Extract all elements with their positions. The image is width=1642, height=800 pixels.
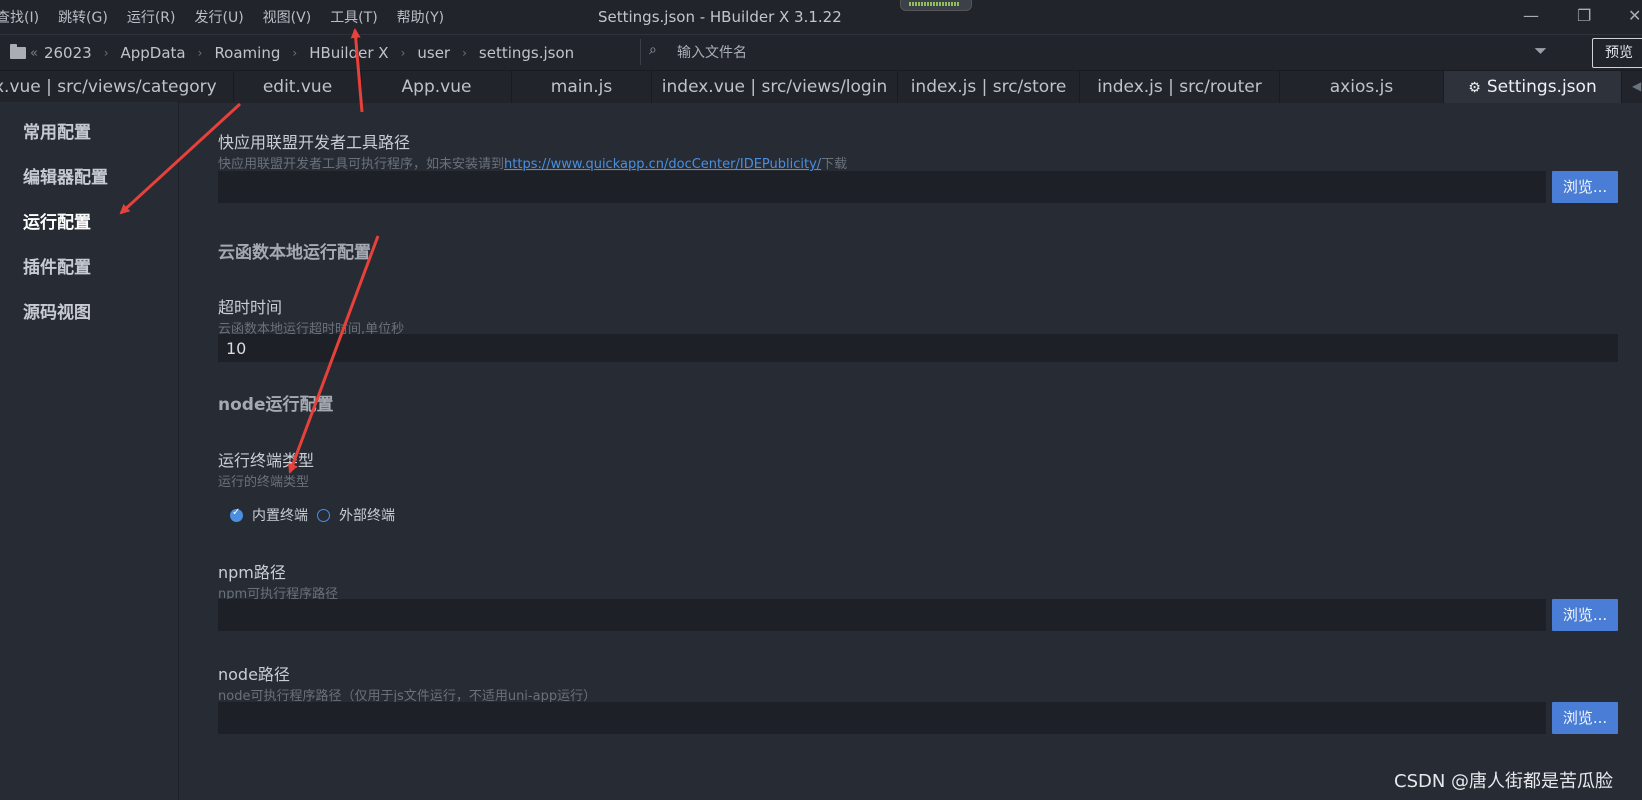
quickapp-browse-button[interactable]: 浏览... <box>1552 171 1618 203</box>
breadcrumb-item[interactable]: 26023 <box>44 44 92 62</box>
title-bar: 查找(I) 跳转(G) 运行(R) 发行(U) 视图(V) 工具(T) 帮助(Y… <box>0 0 1642 34</box>
node-browse-button[interactable]: 浏览... <box>1552 702 1618 734</box>
file-search: ⌕ ⏷ <box>640 39 1561 65</box>
close-button[interactable]: ✕ <box>1628 6 1641 25</box>
node-path-label: node路径 <box>218 665 290 684</box>
file-search-input[interactable] <box>675 41 1479 65</box>
breadcrumb: « 26023 › AppData › Roaming › HBuilder X… <box>10 44 574 62</box>
preview-button[interactable]: 预览 <box>1592 38 1642 68</box>
minimize-button[interactable]: — <box>1523 6 1539 25</box>
watermark: CSDN @唐人街都是苦瓜脸 <box>1394 771 1614 792</box>
radio-external-terminal[interactable] <box>317 508 330 522</box>
sidebar-item-source-view[interactable]: 源码视图 <box>23 298 91 323</box>
chevron-right-icon: › <box>103 46 109 60</box>
chevron-right-icon: › <box>400 46 406 60</box>
tab-router-index[interactable]: index.js | src/router <box>1080 71 1280 103</box>
node-path-field[interactable] <box>218 702 1546 734</box>
node-section-title: node运行配置 <box>218 395 334 415</box>
activity-meter-icon <box>900 0 972 11</box>
tab-main-js[interactable]: main.js <box>512 71 652 103</box>
breadcrumb-bar: « 26023 › AppData › Roaming › HBuilder X… <box>0 34 1642 71</box>
tab-settings-json[interactable]: ⚙ Settings.json <box>1444 71 1622 103</box>
cloud-function-section-title: 云函数本地运行配置 <box>218 243 371 263</box>
menu-run[interactable]: 运行(R) <box>127 7 176 27</box>
tab-edit-vue[interactable]: edit.vue <box>234 71 362 103</box>
terminal-type-hint: 运行的终端类型 <box>218 475 310 490</box>
menu-view[interactable]: 视图(V) <box>263 7 312 27</box>
menu-find[interactable]: 查找(I) <box>0 7 39 27</box>
tab-store-index[interactable]: index.js | src/store <box>898 71 1080 103</box>
chevron-right-icon: › <box>292 46 298 60</box>
quickapp-hint-text: 快应用联盟开发者工具可执行程序，如未安装请到 <box>218 157 505 172</box>
menu-help[interactable]: 帮助(Y) <box>397 7 444 27</box>
npm-path-field[interactable] <box>218 599 1546 631</box>
tab-scroll-left-icon[interactable]: ◀ <box>1632 79 1641 93</box>
menu-tools[interactable]: 工具(T) <box>330 7 377 27</box>
sidebar-item-general[interactable]: 常用配置 <box>23 118 91 143</box>
gear-icon: ⚙ <box>1468 80 1481 96</box>
quickapp-hint-suffix: 下载 <box>821 157 848 172</box>
tab-bar: x.vue | src/views/category edit.vue App.… <box>0 70 1642 103</box>
breadcrumb-item[interactable]: HBuilder X <box>309 44 388 62</box>
breadcrumb-item[interactable]: Roaming <box>214 44 280 62</box>
terminal-type-label: 运行终端类型 <box>218 451 315 470</box>
filter-icon[interactable]: ⏷ <box>1534 41 1547 61</box>
tab-app-vue[interactable]: App.vue <box>362 71 512 103</box>
breadcrumb-item[interactable]: AppData <box>121 44 186 62</box>
settings-sidebar: 常用配置 编辑器配置 运行配置 插件配置 源码视图 <box>0 102 179 800</box>
chevron-right-icon: › <box>462 46 467 60</box>
quickapp-download-link[interactable]: https://www.quickapp.cn/docCenter/IDEPub… <box>504 157 821 172</box>
npm-browse-button[interactable]: 浏览... <box>1552 599 1618 631</box>
menu-bar: 查找(I) 跳转(G) 运行(R) 发行(U) 视图(V) 工具(T) 帮助(Y… <box>0 7 463 27</box>
tab-axios-js[interactable]: axios.js <box>1280 71 1444 103</box>
sidebar-item-editor[interactable]: 编辑器配置 <box>23 163 108 188</box>
restore-button[interactable]: ❐ <box>1577 6 1591 25</box>
menu-goto[interactable]: 跳转(G) <box>58 7 108 27</box>
terminal-type-radio-group: 内置终端 外部终端 <box>230 505 395 525</box>
radio-builtin-terminal-label: 内置终端 <box>252 508 308 524</box>
tab-category-index[interactable]: x.vue | src/views/category <box>0 71 234 103</box>
quickapp-path-field[interactable] <box>218 171 1546 203</box>
settings-content: 快应用联盟开发者工具路径 快应用联盟开发者工具可执行程序，如未安装请到https… <box>179 102 1642 800</box>
sidebar-item-run[interactable]: 运行配置 <box>23 208 91 233</box>
quickapp-path-hint: 快应用联盟开发者工具可执行程序，如未安装请到https://www.quicka… <box>218 153 847 172</box>
tab-login-index[interactable]: index.vue | src/views/login <box>652 71 898 103</box>
file-search-icon: ⌕ <box>649 42 657 58</box>
breadcrumb-item[interactable]: settings.json <box>479 44 574 62</box>
quickapp-path-label: 快应用联盟开发者工具路径 <box>218 133 411 152</box>
radio-builtin-terminal[interactable] <box>230 507 243 522</box>
timeout-label: 超时时间 <box>218 298 283 317</box>
radio-external-terminal-label: 外部终端 <box>339 508 395 524</box>
chevron-right-icon: › <box>197 46 203 60</box>
tab-settings-label: Settings.json <box>1486 77 1597 97</box>
sidebar-item-plugins[interactable]: 插件配置 <box>23 253 91 278</box>
timeout-field[interactable] <box>218 334 1618 362</box>
window-title: Settings.json - HBuilder X 3.1.22 <box>598 8 842 26</box>
npm-path-label: npm路径 <box>218 563 286 582</box>
folder-icon <box>10 44 26 59</box>
breadcrumb-overflow[interactable]: « <box>30 46 38 61</box>
menu-publish[interactable]: 发行(U) <box>195 7 244 27</box>
breadcrumb-item[interactable]: user <box>417 44 450 62</box>
